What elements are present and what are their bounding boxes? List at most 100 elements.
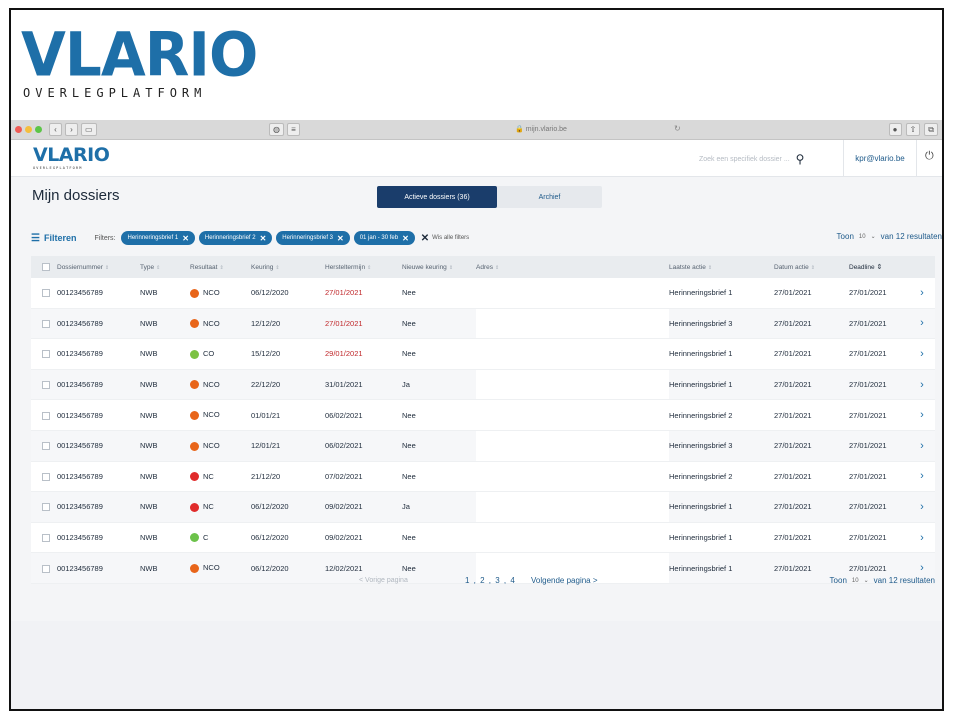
filter-chip[interactable]: Herinneringsbrief 2 ✕ bbox=[198, 231, 273, 245]
cell-nieuwe-keuring: Nee bbox=[402, 441, 416, 451]
results-count: van 12 resultaten bbox=[873, 576, 935, 585]
search-icon[interactable]: ⚲ bbox=[796, 152, 805, 166]
next-page-button[interactable]: Volgende pagina > bbox=[531, 576, 598, 585]
filter-button[interactable]: ☰ Filteren bbox=[31, 233, 76, 244]
tabs-icon[interactable]: ⧉ bbox=[924, 123, 938, 136]
col-header[interactable]: Datum actie ⇕ bbox=[774, 264, 849, 271]
table-row[interactable]: 00123456789 NWB CO 15/12/20 29/01/2021 Nee Her… bbox=[31, 339, 935, 370]
close-dot-icon[interactable] bbox=[15, 126, 22, 133]
prev-page-button[interactable]: < Vorige pagina bbox=[359, 577, 408, 584]
select-all-checkbox[interactable] bbox=[42, 263, 50, 271]
remove-chip-icon[interactable]: ✕ bbox=[260, 234, 267, 243]
page-numbers[interactable]: 1 , 2 , 3 , 4 bbox=[465, 576, 516, 585]
col-header[interactable]: Type ⇕ bbox=[140, 264, 190, 271]
remove-chip-icon[interactable]: ✕ bbox=[182, 234, 189, 243]
per-page-select[interactable]: 10 ⌄ bbox=[852, 577, 869, 585]
row-checkbox[interactable] bbox=[42, 472, 50, 481]
share-icon[interactable]: ⇧ bbox=[905, 123, 921, 136]
table-row[interactable]: 00123456789 NWB NC 06/12/2020 09/02/2021 Ja He… bbox=[31, 492, 935, 523]
cell-keuring: 12/12/20 bbox=[251, 318, 281, 328]
table-row[interactable]: 00123456789 NWB NCO 22/12/20 31/01/2021 Ja Her… bbox=[31, 369, 935, 401]
chevron-right-icon[interactable]: › bbox=[909, 317, 935, 329]
cell-adres bbox=[476, 339, 669, 369]
logout-icon[interactable]: ⏻ bbox=[925, 150, 934, 163]
col-header[interactable]: Dossiernummer ⇕ bbox=[57, 264, 140, 271]
col-header[interactable]: Keuring ⇕ bbox=[251, 264, 325, 271]
cell-dossiernummer: 00123456789 bbox=[57, 288, 103, 298]
cell-nieuwe-keuring: Nee bbox=[402, 410, 416, 420]
col-header[interactable]: Adres ⇕ bbox=[476, 264, 669, 271]
cell-resultaat: NCO bbox=[190, 319, 251, 329]
reader-icon[interactable]: ≡ bbox=[286, 123, 300, 136]
cell-datum-actie: 27/01/2021 bbox=[774, 502, 812, 512]
table-row[interactable]: 00123456789 NWB C 06/12/2020 09/02/2021 Nee He… bbox=[31, 522, 935, 554]
result-label: NCO bbox=[203, 410, 220, 420]
row-checkbox[interactable] bbox=[42, 350, 50, 359]
col-header[interactable]: Nieuwe keuring ⇕ bbox=[402, 264, 476, 271]
per-page-select[interactable]: 10 ⌄ bbox=[859, 233, 876, 241]
chevron-right-icon[interactable]: › bbox=[909, 470, 935, 482]
forward-icon[interactable]: › bbox=[65, 123, 78, 136]
result-status-icon bbox=[190, 410, 199, 420]
tab-archive[interactable]: Archief bbox=[497, 186, 602, 208]
row-checkbox[interactable] bbox=[42, 442, 50, 451]
chevron-right-icon[interactable]: › bbox=[909, 501, 935, 513]
chevron-right-icon[interactable]: › bbox=[909, 440, 935, 452]
address-bar[interactable]: 🔒 mijn.vlario.be bbox=[401, 124, 681, 136]
col-header[interactable]: Deadline ⇕ bbox=[849, 263, 909, 271]
cell-keuring: 12/01/21 bbox=[251, 441, 281, 451]
cell-keuring: 06/12/2020 bbox=[251, 288, 289, 298]
filter-chip[interactable]: Herinneringsbrief 1 ✕ bbox=[121, 231, 195, 245]
chevron-right-icon[interactable]: › bbox=[909, 379, 935, 391]
results-per-page-top: Toon 10 ⌄ van 12 resultaten bbox=[837, 232, 942, 241]
table-row[interactable]: 00123456789 NWB NCO 12/12/20 27/01/2021 Nee He… bbox=[31, 308, 935, 340]
chevron-right-icon[interactable]: › bbox=[909, 348, 935, 360]
page-title: Mijn dossiers bbox=[32, 187, 120, 204]
row-checkbox[interactable] bbox=[42, 411, 50, 420]
sidebar-toggle-icon[interactable]: ▭ bbox=[81, 123, 97, 136]
tab-active-dossiers[interactable]: Actieve dossiers (36) bbox=[377, 186, 497, 208]
cell-keuring: 06/12/2020 bbox=[251, 533, 289, 543]
result-label: NCO bbox=[203, 379, 220, 389]
row-checkbox[interactable] bbox=[42, 381, 50, 390]
download-icon[interactable]: ● bbox=[888, 123, 902, 136]
chevron-right-icon[interactable]: › bbox=[909, 409, 935, 421]
remove-chip-icon[interactable]: ✕ bbox=[337, 234, 344, 243]
privacy-icon[interactable]: ◍ bbox=[269, 123, 284, 136]
filter-chip[interactable]: 01 jan - 30 feb ✕ bbox=[353, 231, 415, 245]
app-header: VLARIO OVERLEGPLATFORM Zoek een specifie… bbox=[11, 140, 942, 177]
results-per-page-bottom: Toon 10 ⌄ van 12 resultaten bbox=[830, 576, 935, 585]
row-checkbox[interactable] bbox=[42, 534, 50, 543]
chevron-right-icon[interactable]: › bbox=[909, 287, 935, 299]
chevron-right-icon[interactable]: › bbox=[909, 532, 935, 544]
cell-hersteltermijn: 09/02/2021 bbox=[325, 533, 363, 543]
col-header[interactable]: Laatste actie ⇕ bbox=[669, 264, 774, 271]
remove-chip-icon[interactable]: ✕ bbox=[402, 234, 409, 243]
cell-hersteltermijn: 07/02/2021 bbox=[325, 471, 363, 481]
result-status-icon bbox=[190, 349, 199, 359]
search-field[interactable]: Zoek een specifiek dossier ... ⚲ bbox=[699, 152, 804, 166]
row-checkbox[interactable] bbox=[42, 319, 50, 328]
filter-icon: ☰ bbox=[31, 232, 40, 244]
clear-filters-button[interactable]: ✕ Wis alle filters bbox=[421, 233, 469, 244]
table-row[interactable]: 00123456789 NWB NCO 06/12/2020 27/01/2021 Nee… bbox=[31, 278, 935, 309]
search-input[interactable]: Zoek een specifiek dossier ... bbox=[699, 156, 790, 163]
reload-icon[interactable]: ↻ bbox=[674, 124, 681, 133]
minimize-dot-icon[interactable] bbox=[25, 126, 32, 133]
col-header[interactable]: Resultaat ⇕ bbox=[190, 264, 251, 271]
back-icon[interactable]: ‹ bbox=[49, 123, 62, 136]
cell-deadline: 27/01/2021 bbox=[849, 410, 887, 420]
cell-hersteltermijn: 29/01/2021 bbox=[325, 349, 363, 359]
filter-chip[interactable]: Herinneringsbrief 3 ✕ bbox=[276, 231, 350, 245]
table-row[interactable]: 00123456789 NWB NC 21/12/20 07/02/2021 Nee Her… bbox=[31, 461, 935, 493]
col-header[interactable]: Hersteltermijn ⇕ bbox=[325, 264, 402, 271]
zoom-dot-icon[interactable] bbox=[35, 126, 42, 133]
table-row[interactable]: 00123456789 NWB NCO 01/01/21 06/02/2021 Nee He… bbox=[31, 400, 935, 431]
app-logo[interactable]: VLARIO OVERLEGPLATFORM bbox=[33, 146, 110, 171]
filter-chip-label: 01 jan - 30 feb bbox=[359, 235, 399, 241]
row-checkbox[interactable] bbox=[42, 289, 50, 298]
table-row[interactable]: 00123456789 NWB NCO 12/01/21 06/02/2021 Nee He… bbox=[31, 430, 935, 462]
row-checkbox[interactable] bbox=[42, 503, 50, 512]
show-label: Toon bbox=[829, 576, 847, 585]
user-account[interactable]: kpr@vlario.be bbox=[843, 140, 917, 177]
